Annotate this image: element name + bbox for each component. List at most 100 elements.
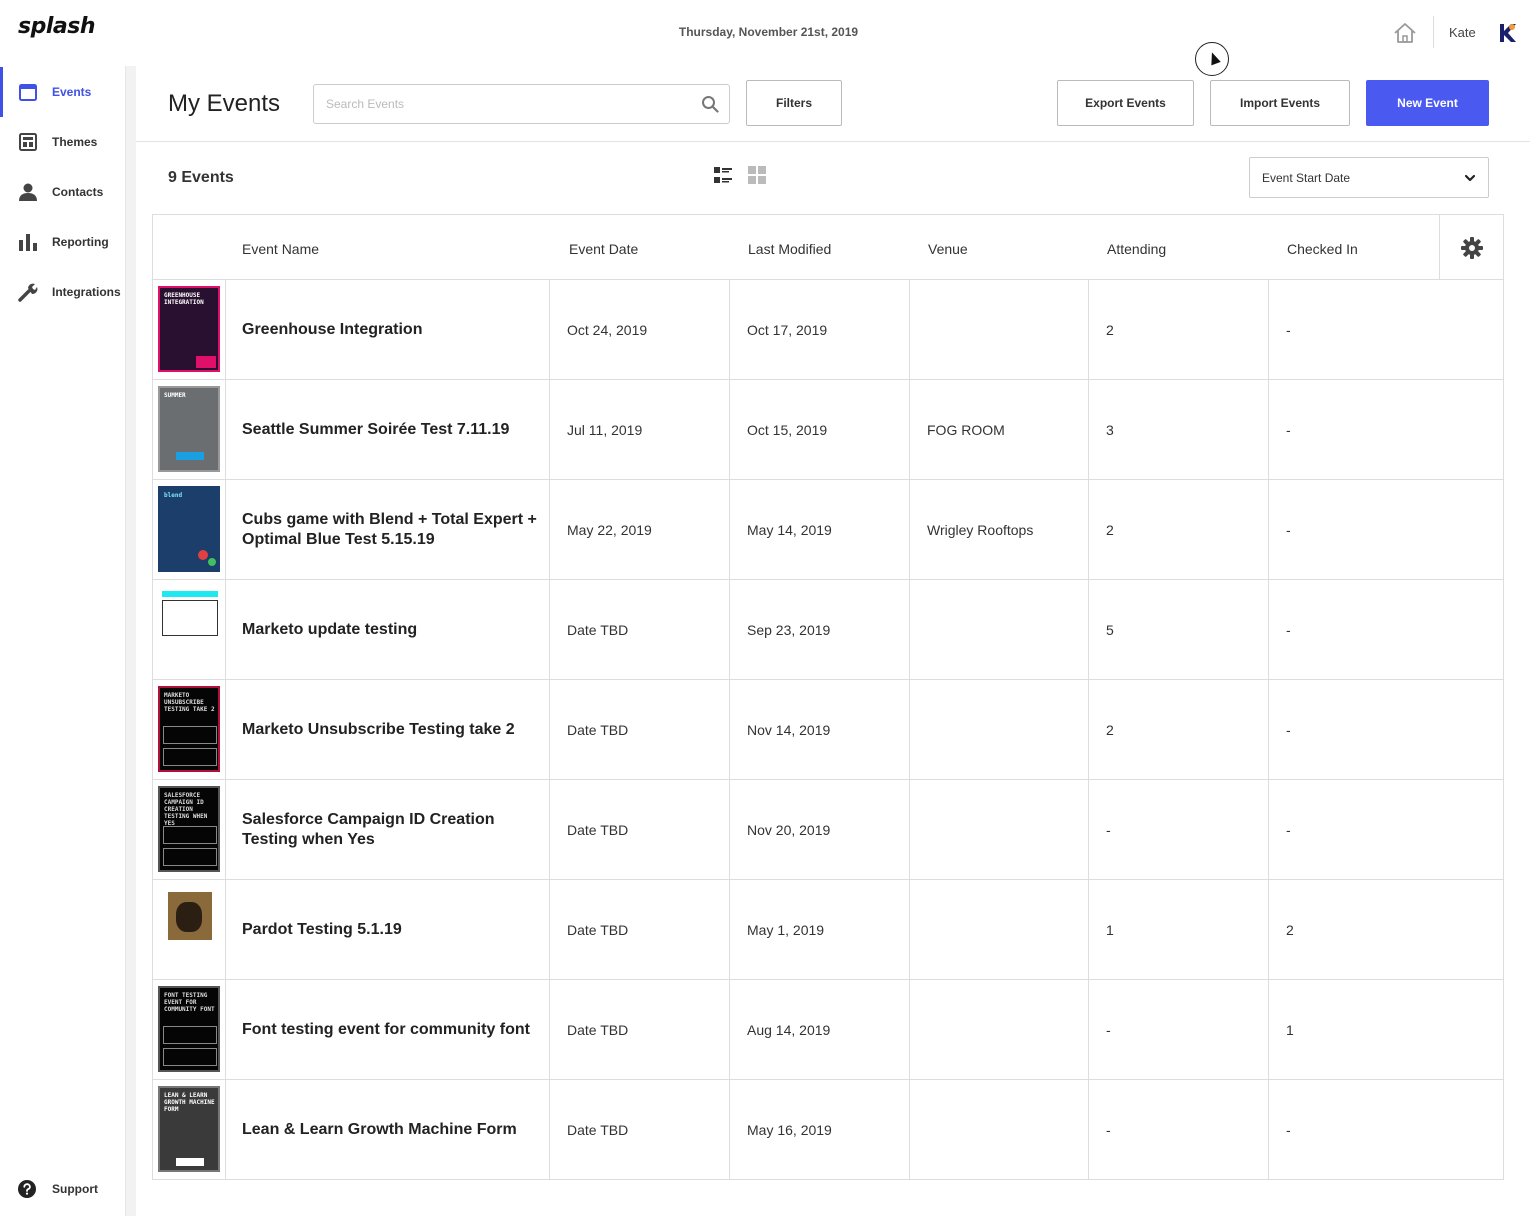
column-header-checked-in[interactable]: Checked In (1287, 241, 1358, 257)
attending-count: - (1106, 822, 1111, 838)
table-cell-divider (910, 1080, 1089, 1179)
last-modified: May 14, 2019 (747, 522, 832, 538)
support-label: Support (52, 1182, 98, 1196)
search-box[interactable] (313, 84, 730, 124)
table-row[interactable]: SUMMER Seattle Summer Soirée Test 7.11.19… (153, 380, 1503, 480)
table-cell-divider (1089, 1080, 1269, 1179)
event-name-line: Lean & Learn Growth Machine Form (242, 1121, 517, 1138)
event-date: Date TBD (567, 722, 629, 738)
table-row[interactable]: FONT TESTING EVENT FOR COMMUNITY FONT Fon… (153, 980, 1503, 1080)
search-icon[interactable] (701, 95, 719, 113)
filters-button[interactable]: Filters (746, 80, 842, 126)
checked-in-count: - (1286, 622, 1291, 638)
grid-view-icon[interactable] (748, 166, 766, 184)
events-table: Event Name Event Date Last Modified Venu… (152, 214, 1504, 1180)
table-cell-divider (910, 580, 1089, 679)
event-name-line: Salesforce Campaign ID Creation (242, 811, 495, 828)
sidebar-item-events[interactable]: Events (0, 67, 126, 117)
last-modified: Nov 20, 2019 (747, 822, 831, 838)
checked-in-count: - (1286, 822, 1291, 838)
home-icon[interactable] (1393, 22, 1417, 44)
event-thumbnail[interactable]: blend (158, 486, 220, 572)
event-name-line: Pardot Testing 5.1.19 (242, 921, 402, 938)
table-cell-divider (910, 980, 1089, 1079)
events-count: 9 Events (168, 169, 234, 186)
event-name-link[interactable]: Greenhouse Integration (242, 320, 542, 340)
column-header-event-name[interactable]: Event Name (242, 241, 319, 257)
event-name-line: Marketo Unsubscribe Testing take 2 (242, 721, 515, 738)
sidebar-item-integrations[interactable]: Integrations (0, 267, 126, 317)
table-header: Event Name Event Date Last Modified Venu… (153, 215, 1503, 280)
table-cell-divider (1089, 580, 1269, 679)
top-bar: splash Thursday, November 21st, 2019 Kat… (0, 0, 1537, 76)
sort-dropdown[interactable]: Event Start Date (1249, 157, 1489, 198)
event-thumbnail[interactable]: GREENHOUSE INTEGRATION (158, 286, 220, 372)
table-cell-divider (910, 880, 1089, 979)
event-name-link[interactable]: Marketo update testing (242, 620, 542, 640)
topbar-divider (1433, 16, 1434, 48)
event-name-link[interactable]: Salesforce Campaign ID Creation Testing w… (242, 810, 542, 850)
table-row[interactable]: MARKETO UNSUBSCRIBE TESTING TAKE 2 Market… (153, 680, 1503, 780)
table-row[interactable]: GREENHOUSE INTEGRATION Greenhouse Integra… (153, 280, 1503, 380)
event-thumbnail[interactable]: SALESFORCE CAMPAIGN ID CREATION TESTING … (158, 786, 220, 872)
support-link[interactable]: Support (18, 1180, 98, 1198)
attending-count: 2 (1106, 322, 1114, 338)
table-row[interactable]: SALESFORCE CAMPAIGN ID CREATION TESTING … (153, 780, 1503, 880)
sidebar-item-reporting[interactable]: Reporting (0, 217, 126, 267)
sidebar: Events Themes Contacts Reporting Integra… (0, 66, 126, 1216)
attending-count: - (1106, 1122, 1111, 1138)
event-name-link[interactable]: Lean & Learn Growth Machine Form (242, 1120, 542, 1140)
page-title: My Events (168, 90, 281, 117)
last-modified: Aug 14, 2019 (747, 1022, 831, 1038)
event-thumbnail[interactable] (158, 586, 220, 672)
last-modified: Oct 17, 2019 (747, 322, 828, 338)
column-header-event-date[interactable]: Event Date (569, 241, 638, 257)
event-thumbnail-text: blend (164, 492, 183, 499)
column-header-last-modified[interactable]: Last Modified (748, 241, 831, 257)
list-view-icon[interactable] (713, 166, 733, 186)
table-settings[interactable] (1439, 215, 1503, 280)
venue: Wrigley Rooftops (927, 522, 1034, 538)
table-row[interactable]: LEAN & LEARN GROWTH MACHINE FORM Lean & L… (153, 1080, 1503, 1180)
table-cell-divider (1089, 880, 1269, 979)
last-modified: May 16, 2019 (747, 1122, 832, 1138)
event-thumbnail[interactable]: MARKETO UNSUBSCRIBE TESTING TAKE 2 (158, 686, 220, 772)
table-cell-divider (910, 680, 1089, 779)
event-thumbnail-text: LEAN & LEARN GROWTH MACHINE FORM (164, 1092, 215, 1113)
event-thumbnail[interactable]: FONT TESTING EVENT FOR COMMUNITY FONT (158, 986, 220, 1072)
chevron-down-icon (1464, 174, 1476, 182)
event-name-link[interactable]: Marketo Unsubscribe Testing take 2 (242, 720, 542, 740)
event-thumbnail[interactable]: SUMMER (158, 386, 220, 472)
event-date: Date TBD (567, 922, 629, 938)
export-events-button[interactable]: Export Events (1057, 80, 1194, 126)
sidebar-item-label: Themes (52, 135, 98, 149)
sidebar-item-contacts[interactable]: Contacts (0, 167, 126, 217)
sidebar-item-label: Events (52, 85, 92, 99)
event-thumbnail-text: SALESFORCE CAMPAIGN ID CREATION TESTING … (164, 792, 208, 827)
event-name-link[interactable]: Seattle Summer Soirée Test 7.11.19 (242, 420, 542, 440)
event-date: Date TBD (567, 1122, 629, 1138)
column-header-attending[interactable]: Attending (1107, 241, 1166, 257)
new-event-button[interactable]: New Event (1366, 80, 1489, 126)
event-name-link[interactable]: Font testing event for community font (242, 1020, 542, 1040)
table-cell-divider (1089, 980, 1269, 1079)
attending-count: 2 (1106, 522, 1114, 538)
table-row[interactable]: blend Cubs game with Blend + Total Expert… (153, 480, 1503, 580)
import-events-button[interactable]: Import Events (1210, 80, 1350, 126)
sidebar-item-themes[interactable]: Themes (0, 117, 126, 167)
table-row[interactable]: Marketo update testing Date TBD Sep 23, 20… (153, 580, 1503, 680)
sidebar-item-label: Contacts (52, 185, 104, 199)
event-thumbnail[interactable] (158, 886, 220, 972)
table-cell-divider (910, 280, 1089, 379)
user-name[interactable]: Kate (1449, 25, 1476, 40)
event-name-link[interactable]: Cubs game with Blend + Total Expert + Opt… (242, 510, 542, 550)
event-name-line: Marketo update testing (242, 621, 418, 638)
avatar[interactable] (1493, 19, 1521, 47)
event-name-link[interactable]: Pardot Testing 5.1.19 (242, 920, 542, 940)
search-input[interactable] (314, 85, 694, 123)
table-row[interactable]: Pardot Testing 5.1.19 Date TBD May 1, 2019… (153, 880, 1503, 980)
event-date: Jul 11, 2019 (567, 422, 643, 438)
event-thumbnail[interactable]: LEAN & LEARN GROWTH MACHINE FORM (158, 1086, 220, 1172)
column-header-venue[interactable]: Venue (928, 241, 968, 257)
checked-in-count: - (1286, 422, 1291, 438)
